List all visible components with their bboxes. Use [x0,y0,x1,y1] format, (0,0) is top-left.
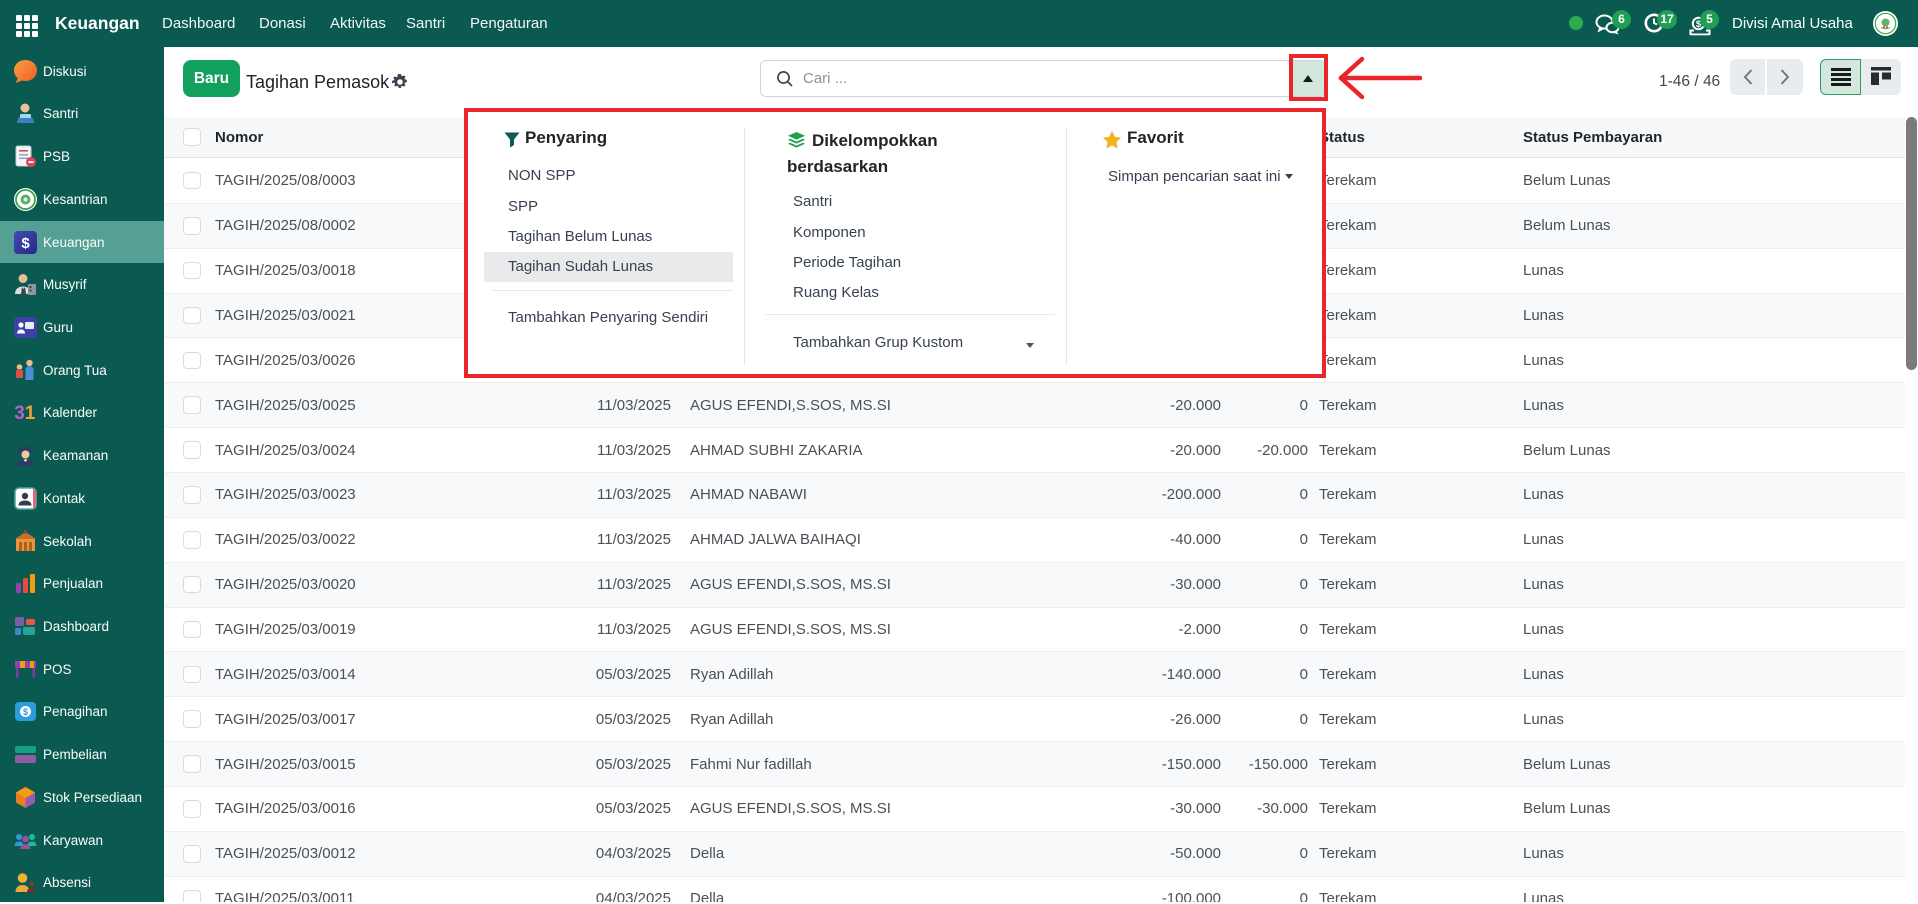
svg-text:$: $ [23,707,28,717]
svg-text:$: $ [21,235,30,252]
svg-text:3: 3 [14,403,25,424]
svg-text:1: 1 [25,403,36,424]
